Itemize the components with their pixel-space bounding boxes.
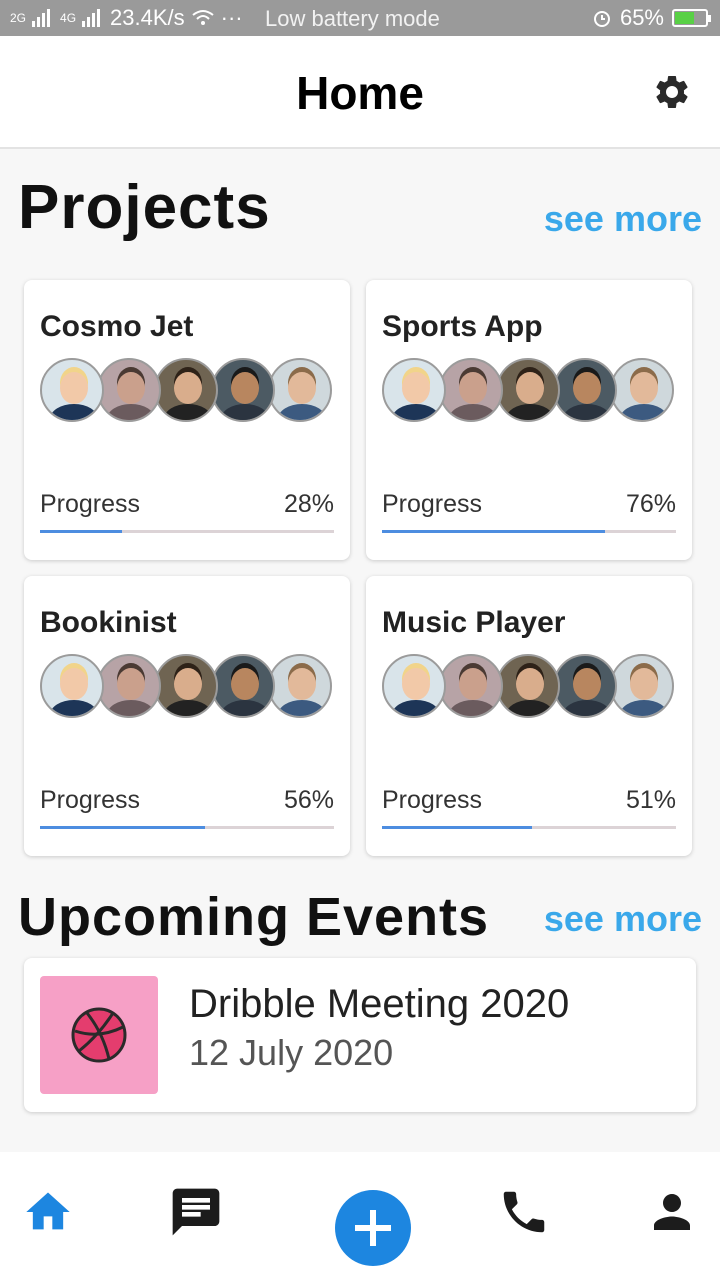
battery-percent: 65% bbox=[619, 5, 664, 30]
event-thumbnail bbox=[40, 976, 158, 1094]
status-right: 65% bbox=[592, 5, 711, 31]
add-button[interactable] bbox=[335, 1190, 411, 1266]
event-name: Dribble Meeting 2020 bbox=[189, 982, 570, 1026]
project-name: Bookinist bbox=[40, 606, 177, 639]
progress-label: Progress bbox=[382, 786, 483, 814]
status-bar: 2G 4G 23.4K/s ··· Low battery mode 65% bbox=[0, 0, 720, 36]
status-left: 2G 4G 23.4K/s ··· bbox=[10, 5, 243, 31]
avatar bbox=[439, 358, 503, 422]
avatar bbox=[382, 654, 446, 718]
project-card[interactable]: Sports App Progress 76% bbox=[366, 280, 692, 560]
avatar bbox=[553, 358, 617, 422]
avatar bbox=[97, 654, 161, 718]
progress-fill bbox=[382, 530, 606, 533]
avatar bbox=[268, 358, 332, 422]
team-avatars bbox=[382, 358, 674, 426]
chat-icon bbox=[172, 1188, 220, 1236]
avatar bbox=[496, 358, 560, 422]
page-title: Home bbox=[296, 67, 424, 119]
network-speed: 23.4K/s bbox=[110, 5, 185, 30]
projects-see-more-link[interactable]: see more bbox=[544, 198, 702, 240]
nav-messages[interactable] bbox=[168, 1184, 224, 1240]
alarm-icon bbox=[593, 11, 610, 27]
project-card[interactable]: Music Player Progress 51% bbox=[366, 576, 692, 856]
progress-label: Progress bbox=[40, 490, 141, 518]
add-icon bbox=[355, 1210, 391, 1246]
project-card[interactable]: Bookinist Progress 56% bbox=[24, 576, 350, 856]
team-avatars bbox=[40, 654, 332, 722]
phone-icon bbox=[503, 1191, 545, 1233]
low-battery-mode: Low battery mode bbox=[265, 6, 440, 31]
gear-icon[interactable] bbox=[652, 72, 692, 112]
progress-track bbox=[382, 826, 676, 829]
progress-fill bbox=[40, 530, 123, 533]
more-dots: ··· bbox=[220, 5, 243, 30]
team-avatars bbox=[40, 358, 332, 426]
project-card[interactable]: Cosmo Jet Progress 28% bbox=[24, 280, 350, 560]
avatar bbox=[382, 358, 446, 422]
avatar bbox=[40, 358, 104, 422]
progress-label: Progress bbox=[382, 490, 483, 518]
avatar bbox=[439, 654, 503, 718]
avatar bbox=[154, 654, 218, 718]
progress-track bbox=[382, 530, 676, 533]
nav-home[interactable] bbox=[20, 1184, 76, 1240]
project-name: Sports App bbox=[382, 310, 543, 343]
signal-icon bbox=[32, 9, 51, 27]
avatar bbox=[211, 654, 275, 718]
nav-profile[interactable] bbox=[644, 1184, 700, 1240]
avatar bbox=[610, 654, 674, 718]
network-2g: 2G bbox=[10, 11, 27, 25]
avatar bbox=[610, 358, 674, 422]
projects-title: Projects bbox=[18, 173, 271, 242]
person-icon bbox=[654, 1194, 690, 1230]
progress-fill bbox=[40, 826, 205, 829]
avatar bbox=[211, 358, 275, 422]
events-see-more-link[interactable]: see more bbox=[544, 898, 702, 940]
dribbble-icon bbox=[71, 1007, 127, 1063]
events-title: Upcoming Events bbox=[18, 887, 490, 947]
avatar bbox=[496, 654, 560, 718]
team-avatars bbox=[382, 654, 674, 722]
progress-percent: 28% bbox=[283, 490, 334, 518]
event-card[interactable]: Dribble Meeting 2020 12 July 2020 bbox=[24, 958, 696, 1112]
progress-percent: 56% bbox=[283, 786, 334, 814]
battery-icon bbox=[672, 9, 711, 27]
app-header: Home bbox=[0, 36, 720, 149]
progress-fill bbox=[382, 826, 532, 829]
home-icon bbox=[26, 1192, 70, 1230]
nav-calls[interactable] bbox=[496, 1184, 552, 1240]
signal-icon-2 bbox=[82, 9, 101, 27]
avatar bbox=[97, 358, 161, 422]
avatar bbox=[553, 654, 617, 718]
project-name: Music Player bbox=[382, 606, 566, 639]
progress-percent: 76% bbox=[625, 490, 676, 518]
avatar bbox=[154, 358, 218, 422]
avatar bbox=[268, 654, 332, 718]
progress-track bbox=[40, 530, 334, 533]
event-date: 12 July 2020 bbox=[189, 1032, 394, 1073]
progress-percent: 51% bbox=[625, 786, 676, 814]
network-4g: 4G bbox=[60, 11, 77, 25]
progress-label: Progress bbox=[40, 786, 141, 814]
avatar bbox=[40, 654, 104, 718]
progress-track bbox=[40, 826, 334, 829]
project-name: Cosmo Jet bbox=[40, 310, 194, 343]
bottom-navigation bbox=[0, 1152, 720, 1280]
wifi-icon bbox=[192, 10, 214, 25]
